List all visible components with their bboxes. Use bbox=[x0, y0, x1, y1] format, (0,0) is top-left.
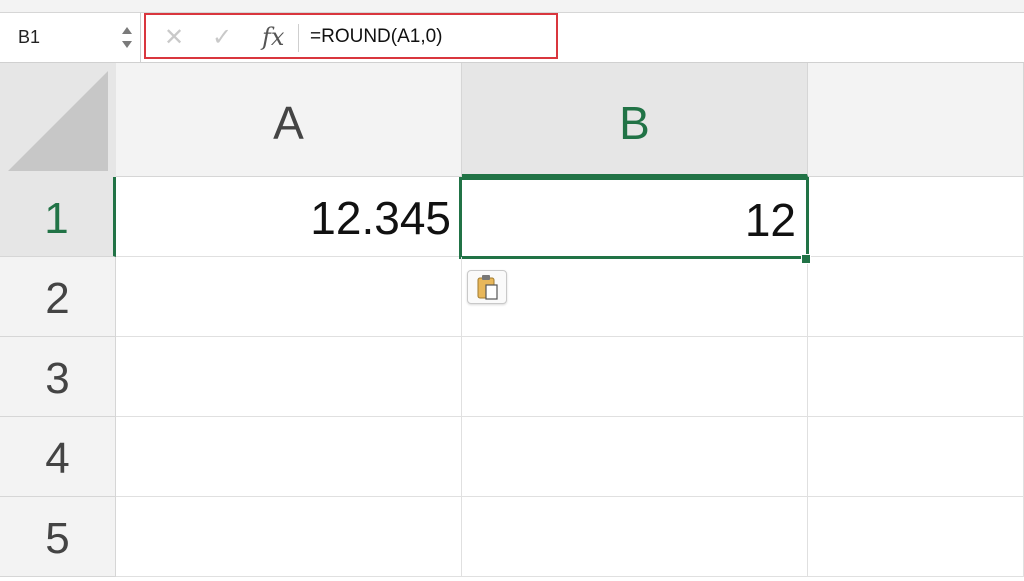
check-icon[interactable]: ✓ bbox=[212, 24, 232, 52]
cell-c1[interactable] bbox=[808, 177, 1024, 257]
cell-a4[interactable] bbox=[116, 417, 462, 497]
column-header-c[interactable] bbox=[808, 63, 1024, 177]
row-header-3[interactable]: 3 bbox=[0, 337, 116, 417]
cell-c3[interactable] bbox=[808, 337, 1024, 417]
row-header-2[interactable]: 2 bbox=[0, 257, 116, 337]
clipboard-icon bbox=[477, 275, 498, 300]
paste-options-button[interactable] bbox=[467, 270, 507, 304]
cell-b3[interactable] bbox=[462, 337, 808, 417]
close-icon[interactable]: ✕ bbox=[164, 24, 184, 52]
cell-c5[interactable] bbox=[808, 497, 1024, 577]
title-strip bbox=[0, 0, 1024, 13]
cell-c4[interactable] bbox=[808, 417, 1024, 497]
formula-separator bbox=[298, 24, 299, 52]
cell-a2[interactable] bbox=[116, 257, 462, 337]
fill-handle[interactable] bbox=[801, 254, 811, 264]
chevron-down-icon bbox=[122, 41, 132, 48]
row-header-5[interactable]: 5 bbox=[0, 497, 116, 577]
chevron-up-icon bbox=[122, 27, 132, 34]
name-box-stepper[interactable] bbox=[121, 25, 133, 51]
select-all-corner[interactable] bbox=[0, 63, 116, 177]
spreadsheet-grid: A B 1 2 3 4 5 12.345 12 bbox=[0, 63, 1024, 577]
cell-a3[interactable] bbox=[116, 337, 462, 417]
column-header-a[interactable]: A bbox=[116, 63, 462, 177]
column-header-b[interactable]: B bbox=[462, 63, 808, 177]
insert-function-button[interactable]: fx bbox=[262, 22, 284, 52]
row-header-1[interactable]: 1 bbox=[0, 177, 116, 257]
name-box-value: B1 bbox=[18, 27, 41, 47]
cell-a1[interactable]: 12.345 bbox=[116, 177, 462, 257]
row-header-4[interactable]: 4 bbox=[0, 417, 116, 497]
cell-a5[interactable] bbox=[116, 497, 462, 577]
name-box[interactable]: B1 bbox=[0, 13, 141, 62]
cell-b4[interactable] bbox=[462, 417, 808, 497]
formula-input[interactable]: =ROUND(A1,0) bbox=[310, 26, 443, 48]
cell-b1[interactable]: 12 bbox=[459, 177, 809, 259]
cell-b2[interactable] bbox=[462, 257, 808, 337]
cell-b5[interactable] bbox=[462, 497, 808, 577]
cell-c2[interactable] bbox=[808, 257, 1024, 337]
select-all-triangle-icon bbox=[8, 71, 108, 171]
